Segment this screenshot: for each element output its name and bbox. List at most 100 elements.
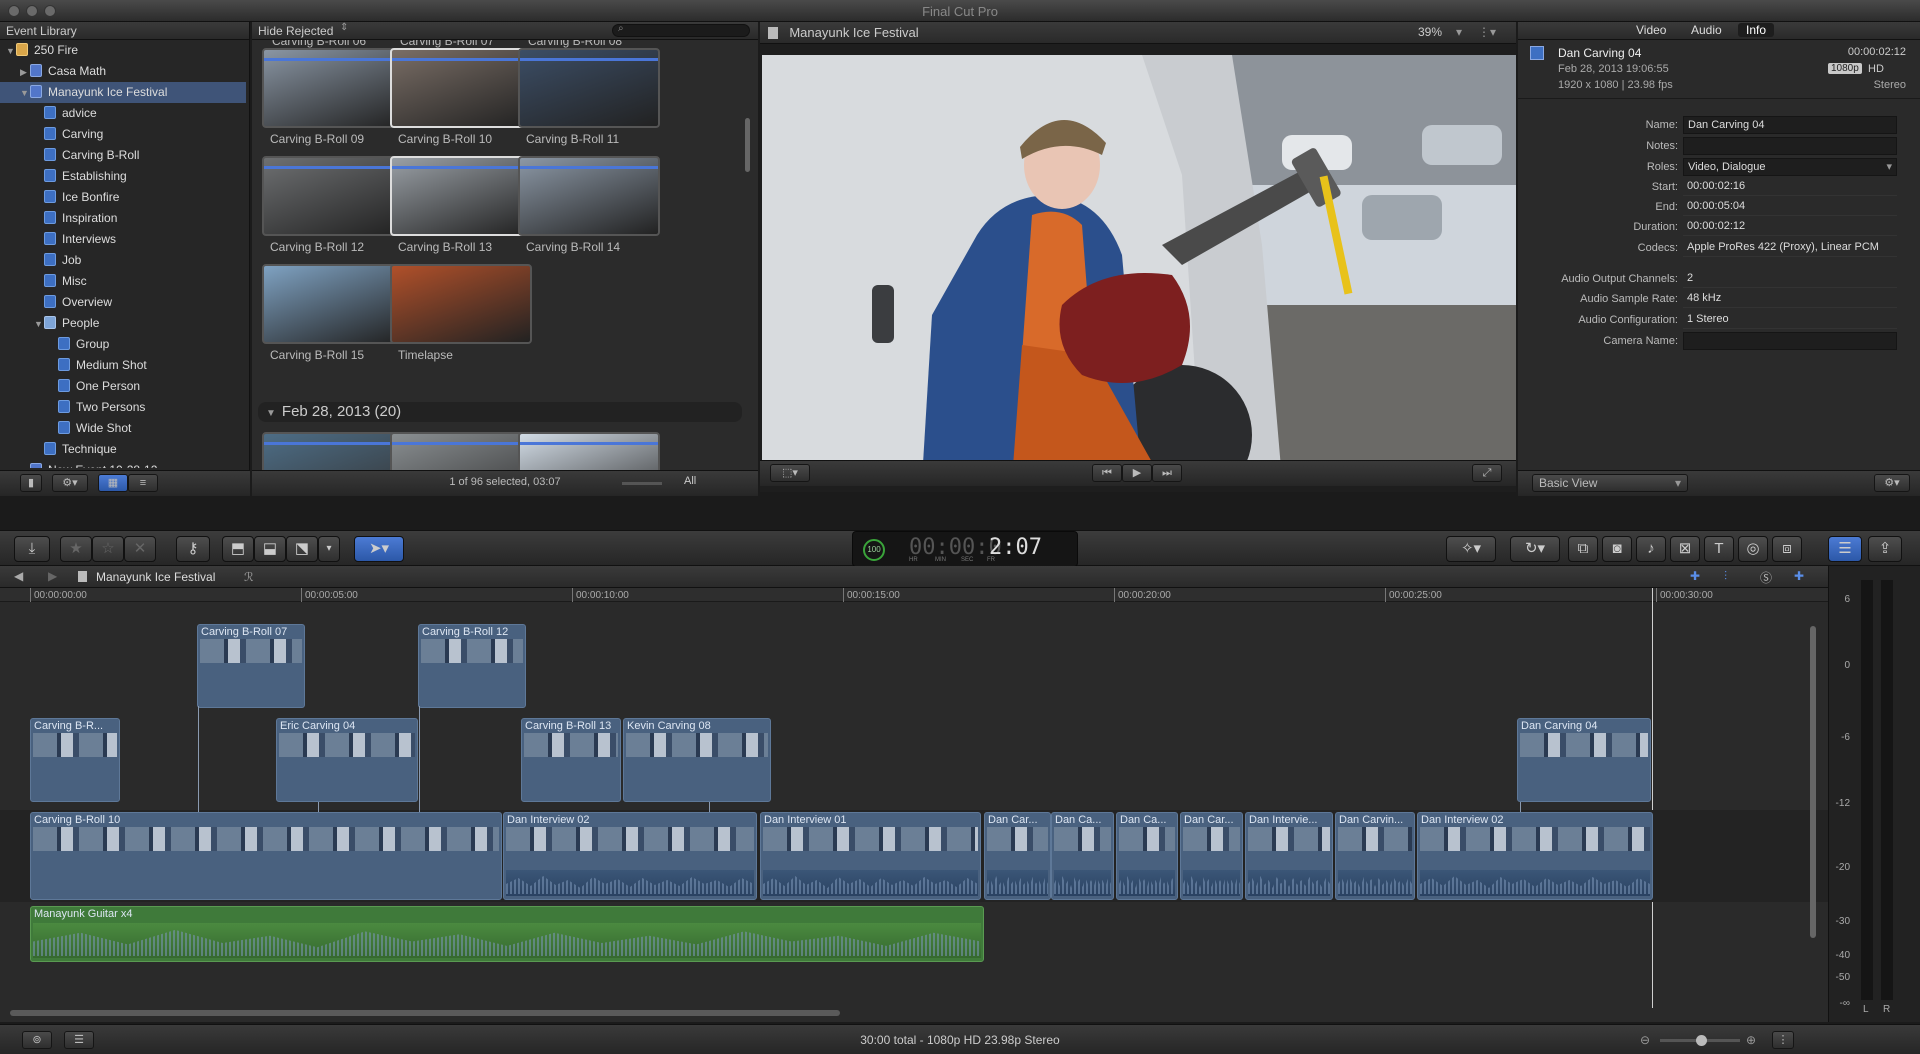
timeline-clip[interactable]: Dan Interview 01 (760, 812, 981, 900)
timeline-clip[interactable]: Dan Carving 04 (1517, 718, 1651, 802)
audio-skimming-icon[interactable]: ⫶ (1724, 569, 1727, 584)
timeline-vertical-scrollbar[interactable] (1810, 626, 1816, 938)
disclosure-expanded-icon[interactable]: ▼ (34, 314, 44, 335)
field-value[interactable]: Dan Carving 04 (1683, 116, 1897, 134)
list-view-button[interactable]: ≡ (128, 474, 158, 492)
skimming-icon[interactable]: ✚ (1794, 569, 1804, 583)
music-clip[interactable]: Manayunk Guitar x4 (30, 906, 984, 962)
viewer-zoom-dropdown[interactable]: 39% (1418, 25, 1442, 39)
sidebar-item[interactable]: ▼ 250 Fire (0, 40, 246, 61)
sidebar-item[interactable]: One Person (0, 376, 246, 397)
view-options-button[interactable]: ⋮▾ (1478, 25, 1496, 39)
background-tasks-indicator[interactable]: 100 (863, 539, 885, 561)
browser-search-input[interactable]: ⌕ (612, 23, 750, 37)
sidebar-item[interactable]: Interviews (0, 229, 246, 250)
zoom-out-icon[interactable]: ⊖ (1640, 1033, 1650, 1047)
sidebar-item[interactable]: Ice Bonfire (0, 187, 246, 208)
generators-icon[interactable]: ◎ (1738, 536, 1768, 562)
retime-icon[interactable]: ↻▾ (1510, 536, 1560, 562)
clip-thumbnail[interactable] (262, 432, 404, 470)
inspector-tab[interactable]: Info (1738, 23, 1775, 37)
roles-dropdown[interactable]: Video, Dialogue ▾ (1683, 158, 1897, 176)
sidebar-item[interactable]: Wide Shot (0, 418, 246, 439)
inspector-toggle-icon[interactable]: ☰ (1828, 536, 1862, 562)
disclosure-expanded-icon[interactable]: ▼ (266, 408, 276, 419)
music-note-icon[interactable]: ♪ (1636, 536, 1666, 562)
append-clip-button[interactable]: ⬔ (286, 536, 318, 562)
sidebar-item[interactable]: Job (0, 250, 246, 271)
basic-view-dropdown[interactable]: Basic View ▾ (1532, 474, 1688, 492)
zoom-in-icon[interactable]: ⊕ (1746, 1033, 1756, 1047)
clip-thumbnail[interactable] (390, 48, 532, 128)
import-media-button[interactable]: ⤓ (14, 536, 50, 562)
reject-x-icon[interactable]: ✕ (124, 536, 156, 562)
sidebar-item[interactable]: Two Persons (0, 397, 246, 418)
disclosure-expanded-icon[interactable]: ▼ (20, 83, 30, 104)
timeline-clip[interactable]: Eric Carving 04 (276, 718, 418, 802)
dashboard-timecode[interactable]: 100 00:00:0 2:07 HR MIN SEC FR (852, 531, 1078, 567)
sidebar-item[interactable]: New Event 10-28-12 (0, 460, 246, 468)
insert-clip-button[interactable]: ⬓ (254, 536, 286, 562)
timeline-clip[interactable]: Dan Interview 02 (1417, 812, 1653, 900)
back-arrow-icon[interactable]: ◀ (14, 569, 23, 583)
sidebar-item[interactable]: Inspiration (0, 208, 246, 229)
sidebar-item[interactable]: Misc (0, 271, 246, 292)
sidebar-item[interactable]: ▶ Casa Math (0, 61, 246, 82)
inspector-tab[interactable]: Audio (1683, 23, 1730, 37)
themes-icon[interactable]: ⧈ (1772, 536, 1802, 562)
timeline-clip[interactable]: Dan Car... (984, 812, 1051, 900)
playhead[interactable] (1652, 588, 1653, 1008)
fullscreen-button[interactable]: ⤢ (1472, 464, 1502, 482)
browser-scrollbar[interactable] (745, 118, 750, 172)
date-section-header[interactable]: ▼ Feb 28, 2013 (20) (258, 402, 742, 422)
transform-crop-button[interactable]: ⬚▾ (770, 464, 810, 482)
clip-appearance-button[interactable]: ⋮ (1772, 1031, 1794, 1049)
disclosure-collapsed-icon[interactable]: ▶ (20, 62, 30, 83)
sidebar-item[interactable]: Establishing (0, 166, 246, 187)
sidebar-item[interactable]: Technique (0, 439, 246, 460)
sidebar-item[interactable]: Overview (0, 292, 246, 313)
sidebar-item[interactable]: Medium Shot (0, 355, 246, 376)
sidebar-item[interactable]: Carving B-Roll (0, 145, 246, 166)
timeline-clip[interactable]: Dan Ca... (1051, 812, 1114, 900)
connect-clip-button[interactable]: ⬒ (222, 536, 254, 562)
keyword-key-icon[interactable]: ⚷ (176, 536, 210, 562)
sidebar-item[interactable]: Carving (0, 124, 246, 145)
clip-thumbnail[interactable] (262, 264, 404, 344)
timeline-clip[interactable]: Dan Carvin... (1335, 812, 1415, 900)
inspector-action-gear-button[interactable]: ⚙▾ (1874, 474, 1910, 492)
share-icon[interactable]: ⇪ (1868, 536, 1902, 562)
timeline-clip[interactable]: Dan Ca... (1116, 812, 1178, 900)
inspector-tab[interactable]: Video (1628, 23, 1674, 37)
titles-T-icon[interactable]: T (1704, 536, 1734, 562)
toggle-inspector-icon[interactable]: ⧉ (1568, 536, 1598, 562)
timeline-clip[interactable]: Dan Car... (1180, 812, 1243, 900)
sidebar-item[interactable]: Group (0, 334, 246, 355)
clip-thumbnail[interactable] (390, 156, 532, 236)
field-value[interactable] (1683, 332, 1897, 350)
clip-thumbnail[interactable] (262, 156, 404, 236)
duration-filter[interactable]: All (684, 475, 696, 487)
play-button[interactable]: ▶ (1122, 464, 1152, 482)
clip-thumbnail[interactable] (390, 264, 532, 344)
timeline-history-icon[interactable]: ℛ (244, 570, 254, 584)
clip-thumbnail[interactable] (390, 432, 532, 470)
unrate-star-icon[interactable]: ☆ (92, 536, 124, 562)
timeline-horizontal-scrollbar[interactable] (10, 1010, 840, 1016)
favorite-star-icon[interactable]: ★ (60, 536, 92, 562)
clip-thumbnail[interactable] (518, 432, 660, 470)
filmstrip-view-button[interactable]: ▦ (98, 474, 128, 492)
select-tool-arrow-icon[interactable]: ➤▾ (354, 536, 404, 562)
clip-height-slider[interactable] (622, 482, 662, 485)
previous-edit-button[interactable]: ⏮ (1092, 464, 1122, 482)
timeline-zoom-slider[interactable] (1660, 1035, 1740, 1046)
timeline-clip[interactable]: Carving B-R... (30, 718, 120, 802)
edit-options-dropdown[interactable]: ▾ (318, 536, 340, 562)
snapping-icon[interactable]: ✚ (1690, 569, 1700, 583)
library-toggle-button[interactable]: ▮ (20, 474, 42, 492)
forward-arrow-icon[interactable]: ▶ (48, 569, 57, 583)
sidebar-item[interactable]: ▼ People (0, 313, 246, 334)
timeline-clip[interactable]: Carving B-Roll 12 (418, 624, 526, 708)
timeline-clip[interactable]: Dan Interview 02 (503, 812, 757, 900)
field-value[interactable] (1683, 137, 1897, 155)
